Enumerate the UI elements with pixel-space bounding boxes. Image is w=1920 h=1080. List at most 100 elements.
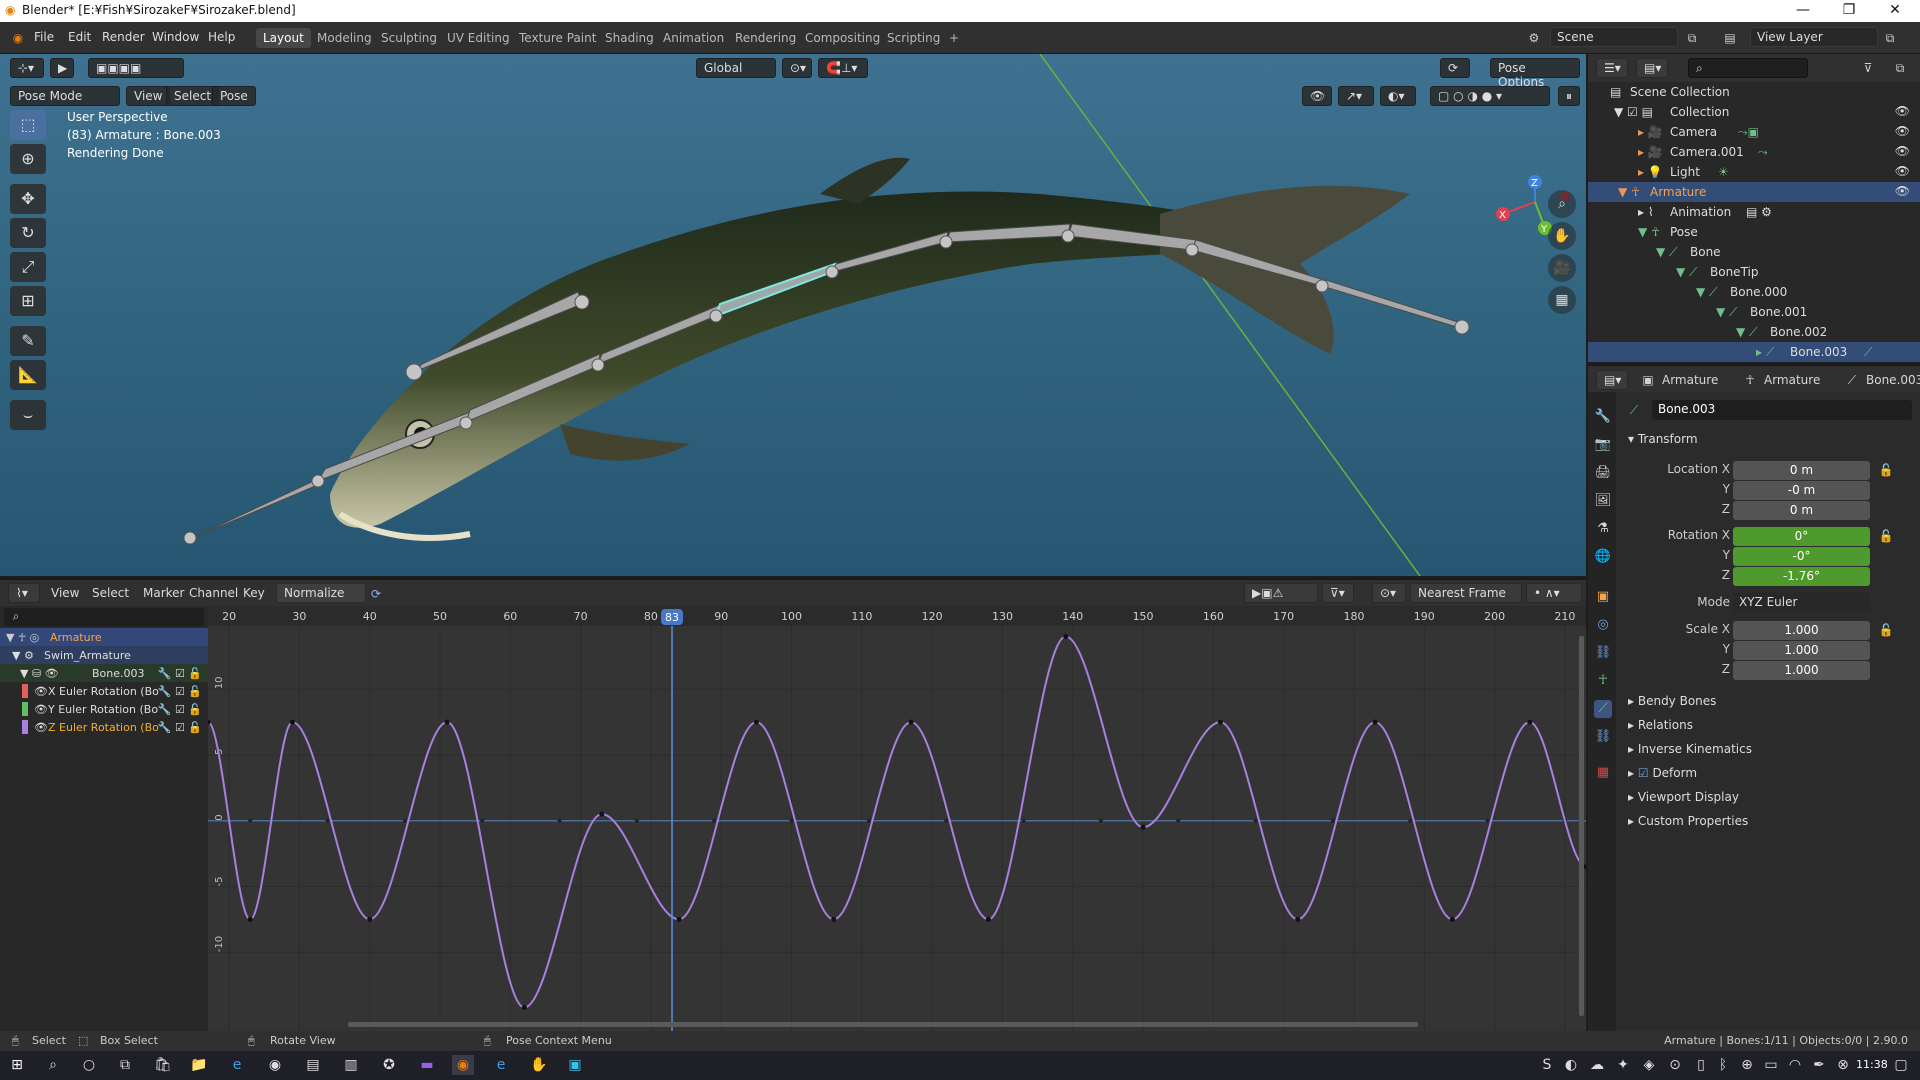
tab-shading[interactable]: Shading xyxy=(598,28,661,48)
texture-tab-icon[interactable]: ▦ xyxy=(1594,764,1612,782)
tray-icon[interactable]: ⊕ xyxy=(1736,1055,1758,1075)
bluetooth-icon[interactable]: ᛒ xyxy=(1712,1055,1734,1075)
outliner-bone[interactable]: ▼ ⟋ Bone xyxy=(1588,242,1920,262)
rotation-y-field[interactable]: -0° xyxy=(1733,547,1870,566)
location-z-field[interactable]: 0 m xyxy=(1733,501,1870,520)
visibility-eye-icon[interactable]: 👁 xyxy=(1895,164,1910,178)
battery-icon[interactable]: ▯ xyxy=(1690,1055,1712,1075)
app-icon[interactable]: ✋ xyxy=(528,1055,550,1075)
keyframe-point[interactable] xyxy=(444,719,450,725)
taskbar-search-icon[interactable]: ⌕ xyxy=(42,1055,64,1075)
keyframe-point[interactable] xyxy=(1527,719,1533,725)
lock-icon[interactable]: 🔓 xyxy=(1878,528,1894,544)
bone-constraints-tab-icon[interactable]: ⛓ xyxy=(1594,728,1612,746)
keyframe-point[interactable] xyxy=(985,916,991,922)
visibility-icon[interactable]: 👁 xyxy=(1302,86,1332,106)
bone-joint[interactable] xyxy=(825,265,839,279)
keyframe-point[interactable] xyxy=(1140,824,1146,830)
keyframe-point[interactable] xyxy=(1295,916,1301,922)
outliner-camera-001[interactable]: ▸ 🎥 Camera.001 ⤳ 👁 xyxy=(1588,142,1920,162)
outliner-pose[interactable]: ▼ ☥ Pose xyxy=(1588,222,1920,242)
maximize-button[interactable]: ❐ xyxy=(1826,2,1872,18)
editor-type-icon[interactable]: ⌇▾ xyxy=(8,583,40,603)
keyframe-flat[interactable] xyxy=(1253,818,1258,823)
snap-icon[interactable]: 🧲⊥▾ xyxy=(818,58,868,78)
object-tab-icon[interactable]: ▣ xyxy=(1594,588,1612,606)
visibility-eye-icon[interactable]: 👁 xyxy=(1895,104,1910,118)
gizmo-icon[interactable]: ↗▾ xyxy=(1338,86,1374,106)
keyframe-point[interactable] xyxy=(908,719,914,725)
minimize-button[interactable]: — xyxy=(1780,2,1826,18)
outliner-bone-000[interactable]: ▼ ⟋ Bone.000 xyxy=(1588,282,1920,302)
view-filter-icons[interactable]: ▶▣⚠ xyxy=(1244,583,1318,603)
outliner-collection[interactable]: ▼ ☑ ▤ Collection 👁 xyxy=(1588,102,1920,122)
tab-animation[interactable]: Animation xyxy=(656,28,731,48)
keyframe-point[interactable] xyxy=(1372,719,1378,725)
constraints-tab-icon[interactable]: ⛓ xyxy=(1594,644,1612,662)
scene-selector[interactable]: Scene xyxy=(1550,27,1678,47)
horizontal-scrollbar[interactable] xyxy=(348,1022,1418,1027)
keyframe-flat[interactable] xyxy=(480,818,485,823)
visibility-eye-icon[interactable]: 👁 xyxy=(1895,144,1910,158)
chrome-icon[interactable]: ◉ xyxy=(264,1055,286,1075)
keyframe-flat[interactable] xyxy=(944,818,949,823)
channel-armature[interactable]: ▼ ☥ ◎ Armature xyxy=(0,628,208,646)
keyframe-point[interactable] xyxy=(1063,634,1069,640)
app-icon[interactable]: ▥ xyxy=(340,1055,362,1075)
bone-joint[interactable] xyxy=(574,294,590,310)
rotation-z-field[interactable]: -1.76° xyxy=(1733,567,1870,586)
physics-tab-icon[interactable]: ◎ xyxy=(1594,616,1612,634)
tab-texture-paint[interactable]: Texture Paint xyxy=(512,28,603,48)
bone-joint[interactable] xyxy=(1061,229,1075,243)
keyframe-flat[interactable] xyxy=(402,818,407,823)
close-button[interactable]: ✕ xyxy=(1872,2,1918,18)
tray-icon[interactable]: ◈ xyxy=(1638,1055,1660,1075)
move-tool[interactable]: ✥ xyxy=(10,184,46,214)
display-mode-icon[interactable]: ▤▾ xyxy=(1636,58,1668,78)
editor-type-icon[interactable]: ☰▾ xyxy=(1596,58,1628,78)
keyframe-point[interactable] xyxy=(367,916,373,922)
menu-window[interactable]: Window xyxy=(152,30,199,44)
keyframe-flat[interactable] xyxy=(634,818,639,823)
keyframe-point[interactable] xyxy=(831,916,837,922)
tab-layout[interactable]: Layout xyxy=(256,28,311,48)
bone-joint[interactable] xyxy=(591,358,605,372)
outliner-animation[interactable]: ▸ ⌇ Animation ▤ ⚙ xyxy=(1588,202,1920,222)
location-x-field[interactable]: 0 m xyxy=(1733,461,1870,480)
frame-ruler[interactable] xyxy=(208,606,1586,626)
bone-joint[interactable] xyxy=(709,309,723,323)
app-icon[interactable]: ▬ xyxy=(416,1055,438,1075)
keyframe-point[interactable] xyxy=(676,916,682,922)
channel-x-rotation[interactable]: 👁 X Euler Rotation (Bo 🔧 ☑ 🔓 xyxy=(0,682,208,700)
3d-viewport[interactable]: X Y Z ⬚ ⊕ ✥ ↻ ⤢ ⊞ ✎ 📐 ⌣ User Perspective… xyxy=(0,54,1586,576)
pan-hand-icon[interactable]: ✋ xyxy=(1548,222,1576,250)
new-collection-icon[interactable]: ⧉ xyxy=(1892,60,1908,76)
tray-icon[interactable]: ⊙ xyxy=(1664,1055,1686,1075)
task-view-icon[interactable]: ⧉ xyxy=(114,1055,136,1075)
outliner-bonetip[interactable]: ▼ ⟋ BoneTip xyxy=(1588,262,1920,282)
mode-selector[interactable]: Pose Mode xyxy=(10,86,120,106)
onedrive-icon[interactable]: ☁ xyxy=(1586,1055,1608,1075)
inverse-kinematics-section[interactable]: ▸ Inverse Kinematics xyxy=(1628,742,1752,756)
pivot-icon[interactable]: ⊙▾ xyxy=(782,58,812,78)
lock-icon[interactable]: 🔓 xyxy=(1878,462,1894,478)
keyframe-flat[interactable] xyxy=(866,818,871,823)
refresh-icon[interactable]: ⟳ xyxy=(368,586,384,602)
zoom-icon[interactable]: ⌕ xyxy=(1548,190,1576,218)
tray-icon[interactable]: ▭ xyxy=(1760,1055,1782,1075)
keyframe-point[interactable] xyxy=(521,1004,527,1010)
new-scene-icon[interactable]: ⧉ xyxy=(1684,30,1700,46)
bone-shape[interactable] xyxy=(189,467,331,540)
outliner-bone-003[interactable]: ▸ ⟋ Bone.003 ⟋ xyxy=(1588,342,1920,362)
relax-pose-tool[interactable]: ⌣ xyxy=(10,400,46,430)
select-mode-icon[interactable]: ▶ xyxy=(50,58,74,78)
bone-joint[interactable] xyxy=(405,363,423,381)
render-tab-icon[interactable]: 📷 xyxy=(1594,436,1612,454)
ortho-grid-icon[interactable]: ▦ xyxy=(1548,286,1576,314)
menu-channel[interactable]: Channel xyxy=(189,586,238,600)
tab-scripting[interactable]: Scripting xyxy=(880,28,947,48)
tab-rendering[interactable]: Rendering xyxy=(728,28,803,48)
add-workspace-button[interactable]: + xyxy=(942,28,966,48)
tray-icon[interactable]: ✦ xyxy=(1612,1055,1634,1075)
keyframe-flat[interactable] xyxy=(1098,818,1103,823)
